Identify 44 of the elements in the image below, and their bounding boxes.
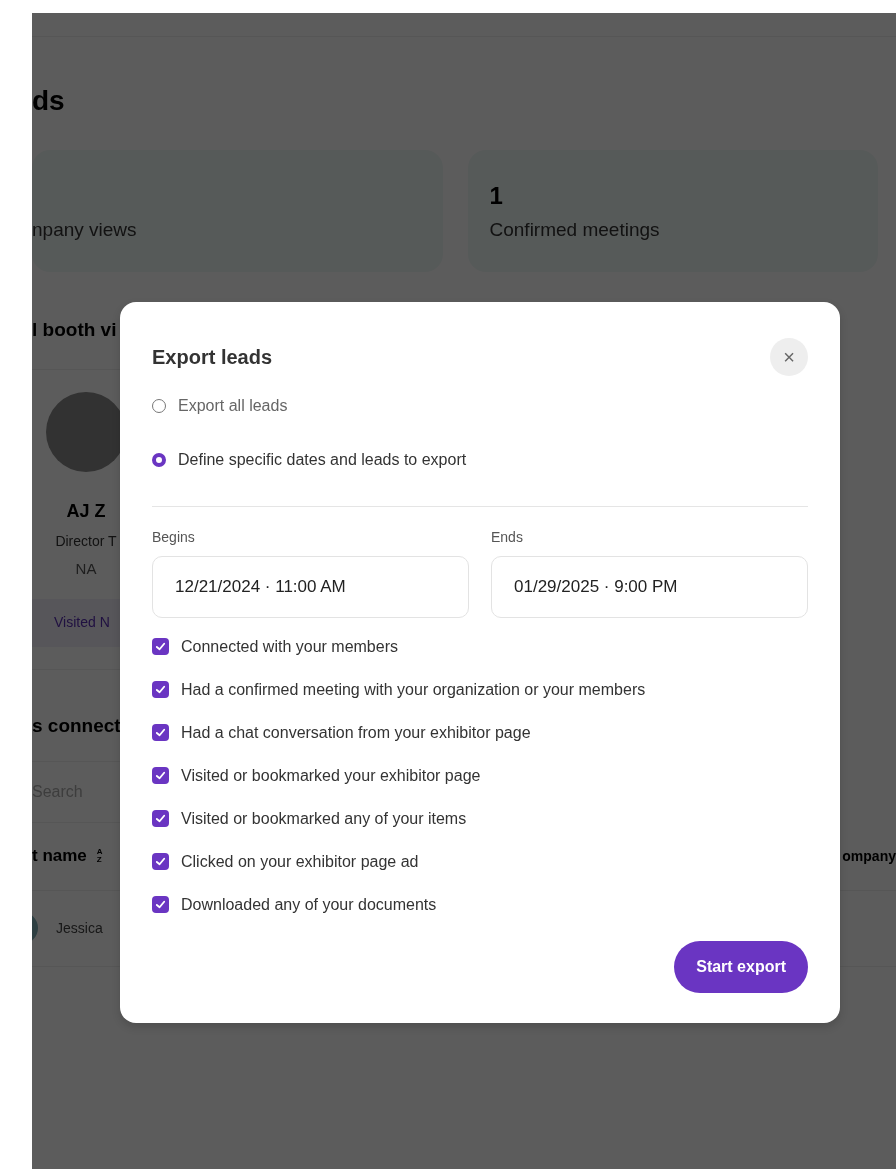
person-name: AJ Z (66, 500, 106, 523)
section-heading: l booth vi (32, 320, 117, 339)
checkbox[interactable] (152, 896, 169, 913)
column-header[interactable]: ompany (842, 845, 896, 867)
person-title: Director T (55, 532, 117, 551)
checkbox-label: Downloaded any of your documents (181, 895, 437, 915)
page-heading: ds (32, 87, 65, 115)
check-icon (155, 856, 166, 867)
date-field[interactable]: 01/29/2025 · 9:00 PM (491, 556, 808, 618)
stat-value: 1 (489, 183, 504, 208)
check-icon (155, 813, 166, 824)
start-export-button[interactable]: Start export (674, 941, 808, 993)
section-heading: s connect (32, 715, 121, 735)
sort-icon[interactable]: A Z (96, 848, 103, 864)
radio-button[interactable] (152, 453, 166, 467)
checkbox[interactable] (152, 810, 169, 827)
radio-label: Export all leads (178, 396, 288, 416)
checkbox[interactable] (152, 724, 169, 741)
check-icon (155, 899, 166, 910)
stat-label: npany views (32, 219, 138, 239)
checkbox-label: Had a chat conversation from your exhibitor page (181, 723, 531, 743)
stat-label: Confirmed meetings (489, 219, 661, 239)
dialog-title: Export leads (152, 345, 273, 370)
checkbox[interactable] (152, 767, 169, 784)
field-label: Begins (152, 528, 196, 547)
check-icon (155, 727, 166, 738)
checkbox-label: Clicked on your exhibitor page ad (181, 852, 419, 872)
column-header[interactable]: t name (32, 843, 87, 869)
checkbox[interactable] (152, 681, 169, 698)
checkbox[interactable] (152, 638, 169, 655)
checkbox-label: Had a confirmed meeting with your organization or your members (181, 680, 646, 700)
check-icon (155, 641, 166, 652)
check-icon (155, 770, 166, 781)
table-cell-text: Jessica (56, 918, 103, 938)
person-company: NA (75, 559, 97, 579)
checkbox-label: Visited or bookmarked any of your items (181, 809, 467, 829)
field-label: Ends (491, 528, 524, 547)
close-button[interactable]: × (770, 338, 808, 376)
radio-label: Define specific dates and leads to export (178, 450, 467, 470)
date-field[interactable]: 12/21/2024 · 11:00 AM (152, 556, 469, 618)
check-icon (155, 684, 166, 695)
checkbox-label: Visited or bookmarked your exhibitor page (181, 766, 481, 786)
checkbox[interactable] (152, 853, 169, 870)
checkbox-label: Connected with your members (181, 637, 398, 657)
